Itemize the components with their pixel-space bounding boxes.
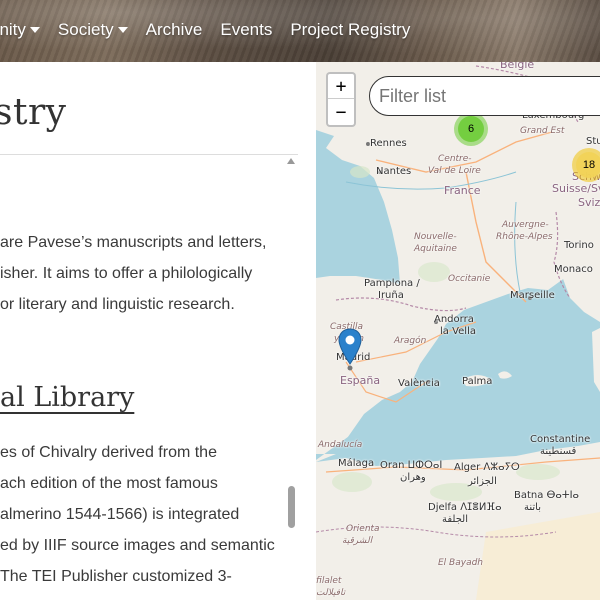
nav-item-society[interactable]: Society (58, 20, 128, 40)
nav-item-label: Archive (145, 20, 203, 39)
paragraph-line: ach edition of the most famous (0, 475, 218, 492)
map-label-nantes: Nantes (376, 166, 412, 177)
cluster-count: 6 (458, 116, 484, 142)
nav-item-label: Events (220, 20, 273, 39)
map-label-torino: Torino (564, 240, 594, 251)
map-label-pamplona: Pamplona / (364, 278, 420, 289)
map-label-palma: Palma (462, 376, 493, 387)
map-label-batna: Batna ⴱⴰⵜⵏⴰ (514, 490, 579, 501)
nav-item-label: Project Registry (290, 20, 411, 39)
map-label-iruna: Iruña (378, 290, 404, 301)
map-label-constantine: Constantine (530, 434, 591, 445)
map-label-occitanie: Occitanie (448, 274, 491, 284)
map-label-djelfa-ar: الجلفة (442, 514, 469, 525)
map-label-andalucia: Andalucía (318, 440, 363, 450)
map-label-alger-ar: الجزائر (468, 476, 497, 487)
title-divider (0, 154, 298, 155)
map-label-oran: Oran ⵡⵀⵔⴰⵏ (380, 460, 443, 471)
paragraph-line: ed by IIIF source images and semantic (0, 537, 275, 554)
paragraph-line: or literary and linguistic research. (0, 296, 235, 313)
nav-item-community[interactable]: unity (0, 20, 40, 40)
main-nav: unity Society Archive Events Project Reg… (0, 16, 428, 44)
content-panel: stry are Pavese’s manuscripts and letter… (0, 62, 316, 600)
map-label-stu: Stu (586, 136, 600, 147)
map-label-belgie: België (500, 62, 535, 71)
map-label-el-bayadh: El Bayadh (438, 558, 483, 568)
map-label-auvergne: Auvergne- (502, 220, 549, 230)
paragraph-line: es of Chivalry derived from the (0, 444, 217, 461)
paragraph-line: isher. It aims to offer a philologically (0, 265, 253, 282)
caret-down-icon (117, 27, 128, 33)
map-label-aquitaine: Aquitaine (414, 244, 457, 254)
nav-item-project-registry[interactable]: Project Registry (290, 20, 410, 40)
map-label-rennes: Rennes (370, 138, 407, 149)
page-title: stry (0, 92, 67, 133)
map-label-oriental-ar: الشرقية (342, 536, 373, 546)
map-cluster-marker[interactable]: 6 (454, 112, 488, 146)
paragraph-line: are Pavese’s manuscripts and letters, (0, 234, 267, 251)
map-label-rhone: Rhône-Alpes (496, 232, 553, 242)
map-label-constantine-ar: قسنطينة (540, 446, 577, 457)
map-label-sviz: Svizz (578, 196, 600, 209)
paragraph-line: almerino 1544-1566) is integrated (0, 506, 240, 523)
map-pin-marker-icon[interactable] (338, 328, 362, 366)
map-label-grand-est: Grand Est (520, 126, 565, 136)
map-label-andorra: Andorra (434, 314, 474, 325)
map-label-nouvelle: Nouvelle- (414, 232, 457, 242)
cluster-count: 18 (576, 152, 600, 178)
map-label-valencia: València (398, 378, 440, 389)
map-label-marseille: Marseille (510, 290, 555, 301)
filter-list-input[interactable] (369, 76, 600, 116)
map-label-filalet: filalet (316, 576, 342, 586)
project-map[interactable]: België Luxembourg Grand Est Stu Rennes C… (316, 62, 600, 600)
map-label-monaco: Monaco (554, 264, 593, 275)
map-label-la-vella: la Vella (440, 326, 476, 337)
nav-item-label: unity (0, 20, 26, 39)
map-label-alger: Alger ⴷⵣⴰⵢⵔ (454, 462, 520, 473)
map-label-suisse: Suisse/Sv (552, 182, 600, 195)
nav-item-events[interactable]: Events (220, 20, 272, 40)
map-label-batna-ar: باتنة (524, 502, 541, 513)
header-banner: unity Society Archive Events Project Reg… (0, 0, 600, 62)
nav-item-label: Society (57, 20, 114, 39)
map-label-france: France (444, 184, 481, 197)
zoom-out-button[interactable]: − (328, 100, 354, 125)
map-label-espana: España (340, 374, 381, 387)
scrollbar-thumb[interactable] (288, 486, 295, 528)
map-label-malaga: Málaga (338, 458, 375, 469)
map-label-oriental: Orienta (346, 524, 380, 534)
nav-item-archive[interactable]: Archive (146, 20, 203, 40)
map-cluster-marker[interactable]: 18 (572, 148, 600, 182)
map-label-centre: Centre- (438, 154, 472, 164)
map-label-aragon: Aragón (394, 336, 427, 346)
project-heading-link[interactable]: al Library (0, 382, 134, 413)
map-label-oran-ar: وهران (400, 472, 426, 483)
caret-down-icon (29, 27, 40, 33)
paragraph-line: The TEI Publisher customized 3- (0, 568, 232, 585)
map-label-val-de-loire: Val de Loire (428, 166, 481, 176)
content-scrollbar[interactable] (284, 156, 298, 600)
scroll-up-arrow-icon[interactable] (287, 158, 295, 164)
zoom-in-button[interactable]: + (328, 74, 354, 99)
map-label-djelfa: Djelfa ⴷⵊⴻⵍⴼⴰ (428, 502, 502, 513)
map-label-filalet-ar: تافيلالت (316, 588, 346, 598)
zoom-control: + − (326, 72, 356, 127)
